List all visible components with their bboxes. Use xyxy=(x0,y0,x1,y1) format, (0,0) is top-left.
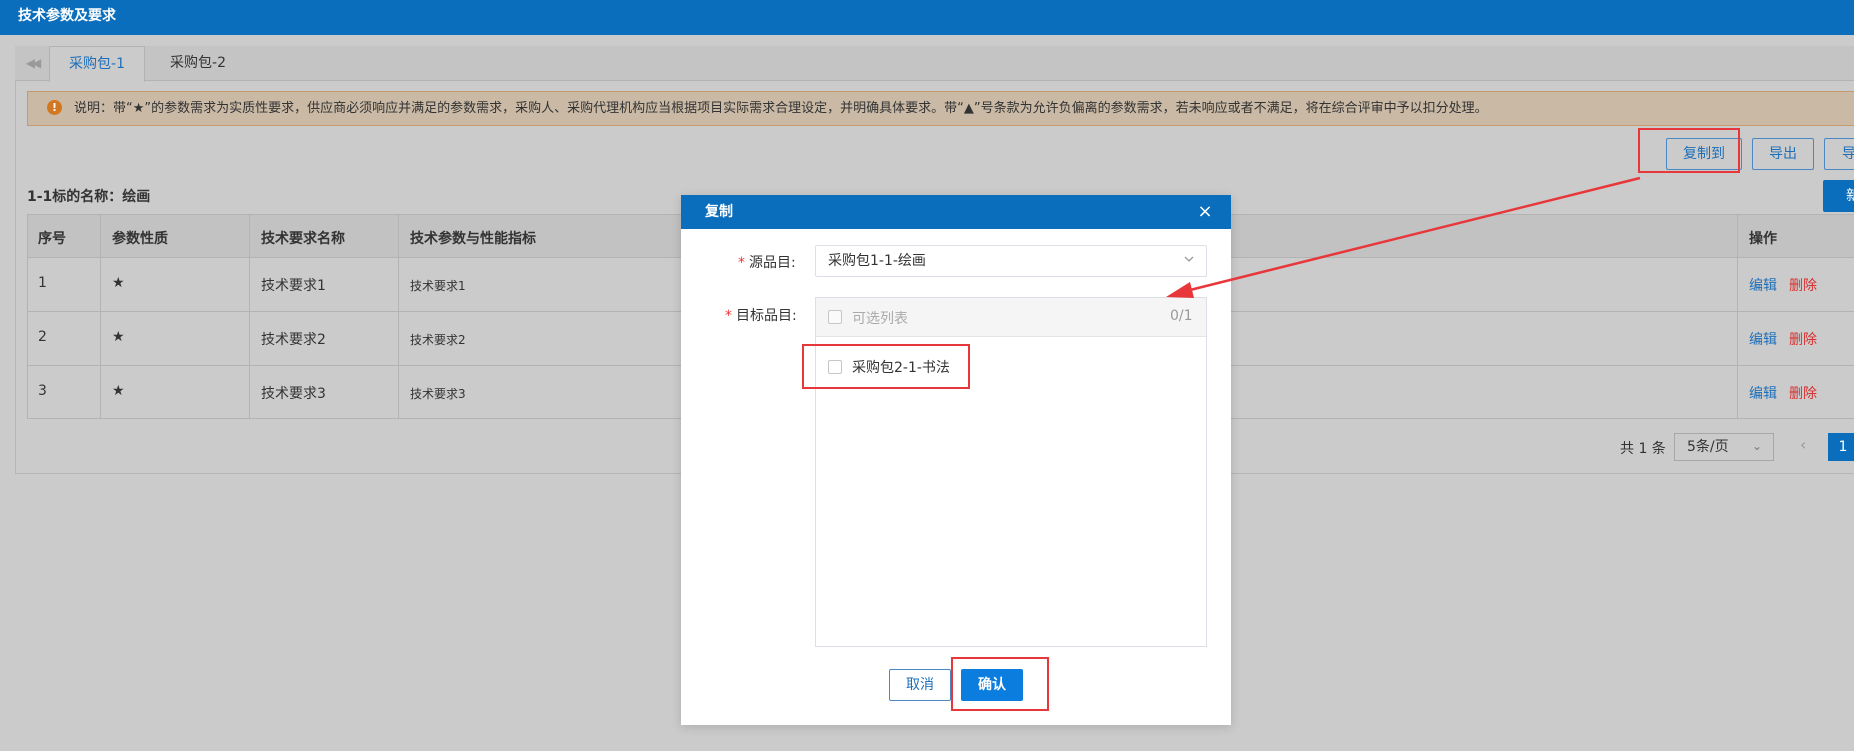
row-1-spec: 技术要求1 xyxy=(410,279,466,293)
col-header-name: 技术要求名称 xyxy=(261,231,345,247)
col-header-no: 序号 xyxy=(38,231,66,247)
source-label: * 源品目: xyxy=(738,255,796,271)
row-2-delete-link[interactable]: 删除 xyxy=(1789,329,1817,349)
col-divider xyxy=(398,215,399,419)
target-label-text: 目标品目: xyxy=(736,308,797,324)
exclamation-icon: ! xyxy=(47,100,62,115)
row-2-no: 2 xyxy=(38,329,47,345)
row-2-nature: ★ xyxy=(112,329,125,345)
row-2-spec: 技术要求2 xyxy=(410,333,466,347)
row-3-no: 3 xyxy=(38,383,47,399)
tab-scroll-left-icon[interactable]: ◀◀ xyxy=(15,46,49,81)
row-1-nature: ★ xyxy=(112,275,125,291)
pager-page-1[interactable]: 1 xyxy=(1828,433,1854,461)
chevron-down-icon xyxy=(1183,253,1195,265)
cancel-button[interactable]: 取消 xyxy=(889,669,951,701)
row-1-no: 1 xyxy=(38,275,47,291)
source-label-text: 源品目: xyxy=(749,255,796,271)
row-3-delete-link[interactable]: 删除 xyxy=(1789,383,1817,403)
annotation-highlight-confirm xyxy=(951,657,1049,711)
row-2-edit-link[interactable]: 编辑 xyxy=(1749,329,1777,349)
col-header-actions: 操作 xyxy=(1749,231,1777,247)
row-2-name: 技术要求2 xyxy=(261,332,326,348)
annotation-highlight-copy xyxy=(1638,128,1740,173)
row-3-edit-link[interactable]: 编辑 xyxy=(1749,383,1777,403)
new-button[interactable]: 新 xyxy=(1823,180,1854,212)
target-label: * 目标品目: xyxy=(725,308,797,324)
chevron-down-icon: ⌄ xyxy=(1752,439,1763,453)
row-1-delete-link[interactable]: 删除 xyxy=(1789,275,1817,295)
section-title: 1-1标的名称：绘画 xyxy=(27,189,151,205)
transfer-list-title: 可选列表 xyxy=(852,311,908,327)
select-all-checkbox[interactable] xyxy=(828,310,842,324)
col-divider xyxy=(249,215,250,419)
export-button[interactable]: 导出 xyxy=(1752,138,1814,170)
tab-bar xyxy=(15,46,1854,81)
source-select[interactable]: 采购包1-1-绘画 xyxy=(815,245,1207,277)
pager-prev-icon[interactable]: ‹ xyxy=(1800,435,1806,454)
row-3-spec: 技术要求3 xyxy=(410,387,466,401)
row-3-name: 技术要求3 xyxy=(261,386,326,402)
annotation-highlight-item xyxy=(802,344,970,389)
col-divider xyxy=(100,215,101,419)
col-divider xyxy=(1737,215,1738,419)
col-header-spec: 技术参数与性能指标 xyxy=(410,231,536,247)
transfer-list-count: 0/1 xyxy=(1170,308,1193,324)
notice-banner: 说明：带“★”的参数需求为实质性要求，供应商必须响应并满足的参数需求，采购人、采… xyxy=(27,91,1854,126)
import-button[interactable]: 导 xyxy=(1824,138,1854,170)
col-header-nature: 参数性质 xyxy=(112,231,168,247)
page-title: 技术参数及要求 xyxy=(0,0,1854,35)
pager-total: 共 1 条 xyxy=(1620,441,1666,457)
tab-package-2[interactable]: 采购包-2 xyxy=(150,46,246,81)
row-3-nature: ★ xyxy=(112,383,125,399)
row-1-name: 技术要求1 xyxy=(261,278,326,294)
close-icon[interactable]: × xyxy=(1190,196,1220,228)
dialog-title: 复制 xyxy=(681,195,1231,229)
row-1-edit-link[interactable]: 编辑 xyxy=(1749,275,1777,295)
tab-package-1[interactable]: 采购包-1 xyxy=(49,46,145,82)
